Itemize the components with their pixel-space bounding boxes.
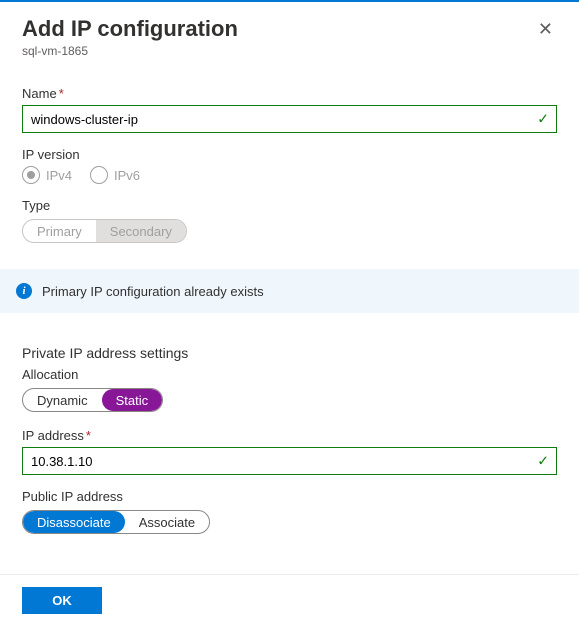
ip-version-label: IP version (22, 147, 557, 162)
info-icon: i (16, 283, 32, 299)
ipv4-radio: IPv4 (22, 166, 72, 184)
allocation-dynamic[interactable]: Dynamic (23, 389, 102, 411)
public-ip-disassociate[interactable]: Disassociate (23, 511, 125, 533)
panel-subtitle: sql-vm-1865 (22, 44, 557, 58)
name-label: Name* (22, 86, 557, 101)
allocation-label: Allocation (22, 367, 557, 382)
info-message: Primary IP configuration already exists (42, 284, 264, 299)
private-ip-section-title: Private IP address settings (22, 345, 557, 361)
ip-address-label: IP address* (22, 428, 557, 443)
allocation-toggle[interactable]: Dynamic Static (22, 388, 163, 412)
info-banner: i Primary IP configuration already exist… (0, 269, 579, 313)
checkmark-icon: ✓ (537, 453, 549, 470)
ok-button[interactable]: OK (22, 587, 102, 614)
checkmark-icon: ✓ (537, 111, 549, 128)
public-ip-associate[interactable]: Associate (125, 511, 209, 533)
type-label: Type (22, 198, 557, 213)
type-primary: Primary (23, 220, 96, 242)
type-secondary: Secondary (96, 220, 186, 242)
radio-icon (90, 166, 108, 184)
name-input[interactable] (22, 105, 557, 133)
radio-selected-icon (22, 166, 40, 184)
public-ip-toggle[interactable]: Disassociate Associate (22, 510, 210, 534)
public-ip-label: Public IP address (22, 489, 557, 504)
panel-title: Add IP configuration (22, 16, 238, 42)
type-toggle: Primary Secondary (22, 219, 187, 243)
close-icon[interactable]: ✕ (534, 16, 557, 42)
ipv6-radio: IPv6 (90, 166, 140, 184)
allocation-static[interactable]: Static (102, 389, 163, 411)
ip-address-input[interactable] (22, 447, 557, 475)
